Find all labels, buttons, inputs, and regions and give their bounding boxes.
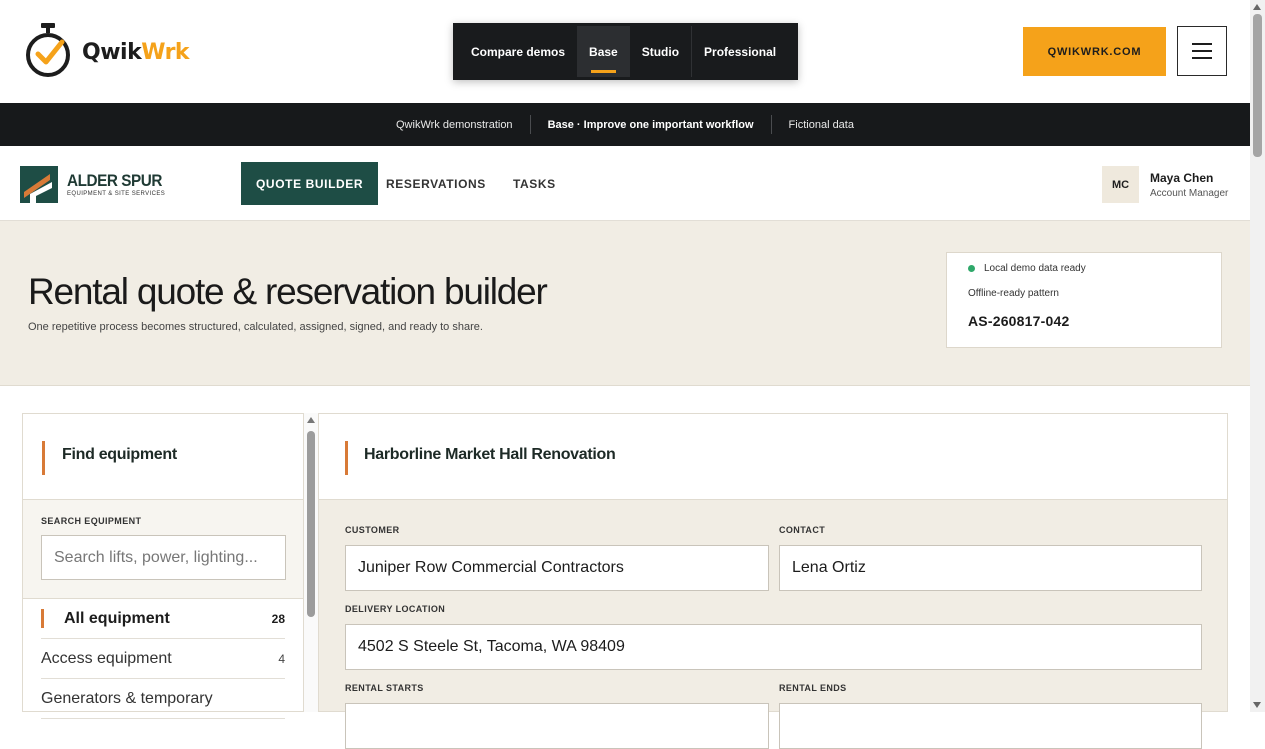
project-title: Harborline Market Hall Renovation (364, 446, 616, 463)
status-card: Local demo data ready Offline-ready patt… (946, 252, 1222, 348)
page-subtitle: One repetitive process becomes structure… (28, 321, 483, 333)
site-header: QwikWrk Compare demos Base Studio Profes… (0, 0, 1250, 103)
status-text: Local demo data ready (984, 263, 1086, 274)
accent-bar (42, 441, 45, 475)
tab-quote-builder[interactable]: QUOTE BUILDER (241, 162, 379, 205)
category-all-equipment[interactable]: All equipment 28 (41, 599, 285, 639)
user-name: Maya Chen (1150, 170, 1214, 185)
customer-label: CUSTOMER (345, 525, 400, 535)
demo-tab-base[interactable]: Base (577, 26, 630, 77)
brand-tagline: EQUIPMENT & SITE SERVICES (67, 191, 166, 197)
user-profile[interactable]: MC Maya Chen Account Manager (1102, 166, 1228, 203)
scrollbar-thumb[interactable] (307, 431, 315, 617)
category-access-equipment[interactable]: Access equipment 4 (41, 639, 285, 679)
search-section: SEARCH EQUIPMENT (23, 500, 303, 599)
sidebar-title: Find equipment (62, 446, 177, 463)
category-count: 28 (271, 611, 285, 626)
rental-ends-field[interactable] (779, 703, 1202, 749)
customer-field[interactable]: Juniper Row Commercial Contractors (345, 545, 769, 591)
contact-label: CONTACT (779, 525, 826, 535)
qwikwrk-wordmark: QwikWrk (82, 40, 190, 65)
strip-data-label: Fictional data (788, 118, 854, 131)
pattern-text: Offline-ready pattern (968, 288, 1059, 299)
brand-name: ALDER SPUR (67, 171, 162, 190)
contact-field[interactable]: Lena Ortiz (779, 545, 1202, 591)
equipment-sidebar: Find equipment SEARCH EQUIPMENT All equi… (22, 413, 304, 719)
rental-ends-label: RENTAL ENDS (779, 683, 847, 693)
app-navigation: ALDER SPUR EQUIPMENT & SITE SERVICES QUO… (0, 146, 1250, 221)
stopwatch-check-icon (24, 22, 72, 83)
strip-demo-label: QwikWrk demonstration (396, 118, 513, 131)
demo-tab-professional[interactable]: Professional (692, 26, 788, 77)
strip-tier-label: Base · Improve one important workflow (547, 118, 754, 131)
rental-starts-label: RENTAL STARTS (345, 683, 424, 693)
rental-starts-field[interactable] (345, 703, 769, 749)
accent-bar (345, 441, 348, 475)
page-hero: Rental quote & reservation builder One r… (0, 221, 1250, 386)
scroll-up-icon[interactable] (1253, 4, 1261, 10)
hamburger-icon[interactable] (1177, 26, 1227, 76)
sidebar-scrollbar[interactable] (304, 413, 318, 712)
category-label: All equipment (64, 609, 170, 627)
delivery-location-field[interactable]: 4502 S Steele St, Tacoma, WA 98409 (345, 624, 1202, 670)
category-label: Access equipment (41, 649, 172, 667)
search-input[interactable] (41, 535, 286, 580)
user-role: Account Manager (1150, 187, 1229, 199)
sidebar-header: Find equipment (23, 414, 303, 500)
demo-tab-compare[interactable]: Compare demos (459, 26, 577, 77)
status-dot-icon (968, 265, 975, 272)
page-scrollbar[interactable] (1250, 0, 1265, 712)
demo-switcher: Compare demos Base Studio Professional (453, 23, 798, 80)
page-title: Rental quote & reservation builder (28, 271, 548, 312)
scroll-down-icon[interactable] (1253, 702, 1261, 708)
alder-spur-logo-icon (20, 166, 58, 203)
quote-id: AS-260817-042 (968, 313, 1070, 329)
quote-panel-header: Harborline Market Hall Renovation (319, 414, 1227, 500)
tab-reservations[interactable]: RESERVATIONS (371, 162, 501, 205)
delivery-label: DELIVERY LOCATION (345, 604, 446, 614)
scroll-up-icon[interactable] (307, 417, 315, 423)
demo-info-strip: QwikWrk demonstration Base · Improve one… (0, 103, 1250, 146)
scrollbar-thumb[interactable] (1253, 14, 1262, 157)
qwikwrk-logo[interactable]: QwikWrk (24, 22, 190, 83)
category-generators[interactable]: Generators & temporary (41, 679, 285, 719)
avatar: MC (1102, 166, 1139, 203)
demo-tab-studio[interactable]: Studio (630, 26, 691, 77)
category-label: Generators & temporary (41, 689, 213, 707)
qwikwrk-site-button[interactable]: QWIKWRK.COM (1023, 27, 1166, 76)
tab-tasks[interactable]: TASKS (498, 162, 571, 205)
quote-panel: Harborline Market Hall Renovation CUSTOM… (318, 413, 1228, 749)
category-count: 4 (278, 651, 285, 666)
search-label: SEARCH EQUIPMENT (41, 516, 142, 526)
accent-bar (41, 609, 44, 628)
alder-spur-brand[interactable]: ALDER SPUR EQUIPMENT & SITE SERVICES (20, 166, 173, 203)
